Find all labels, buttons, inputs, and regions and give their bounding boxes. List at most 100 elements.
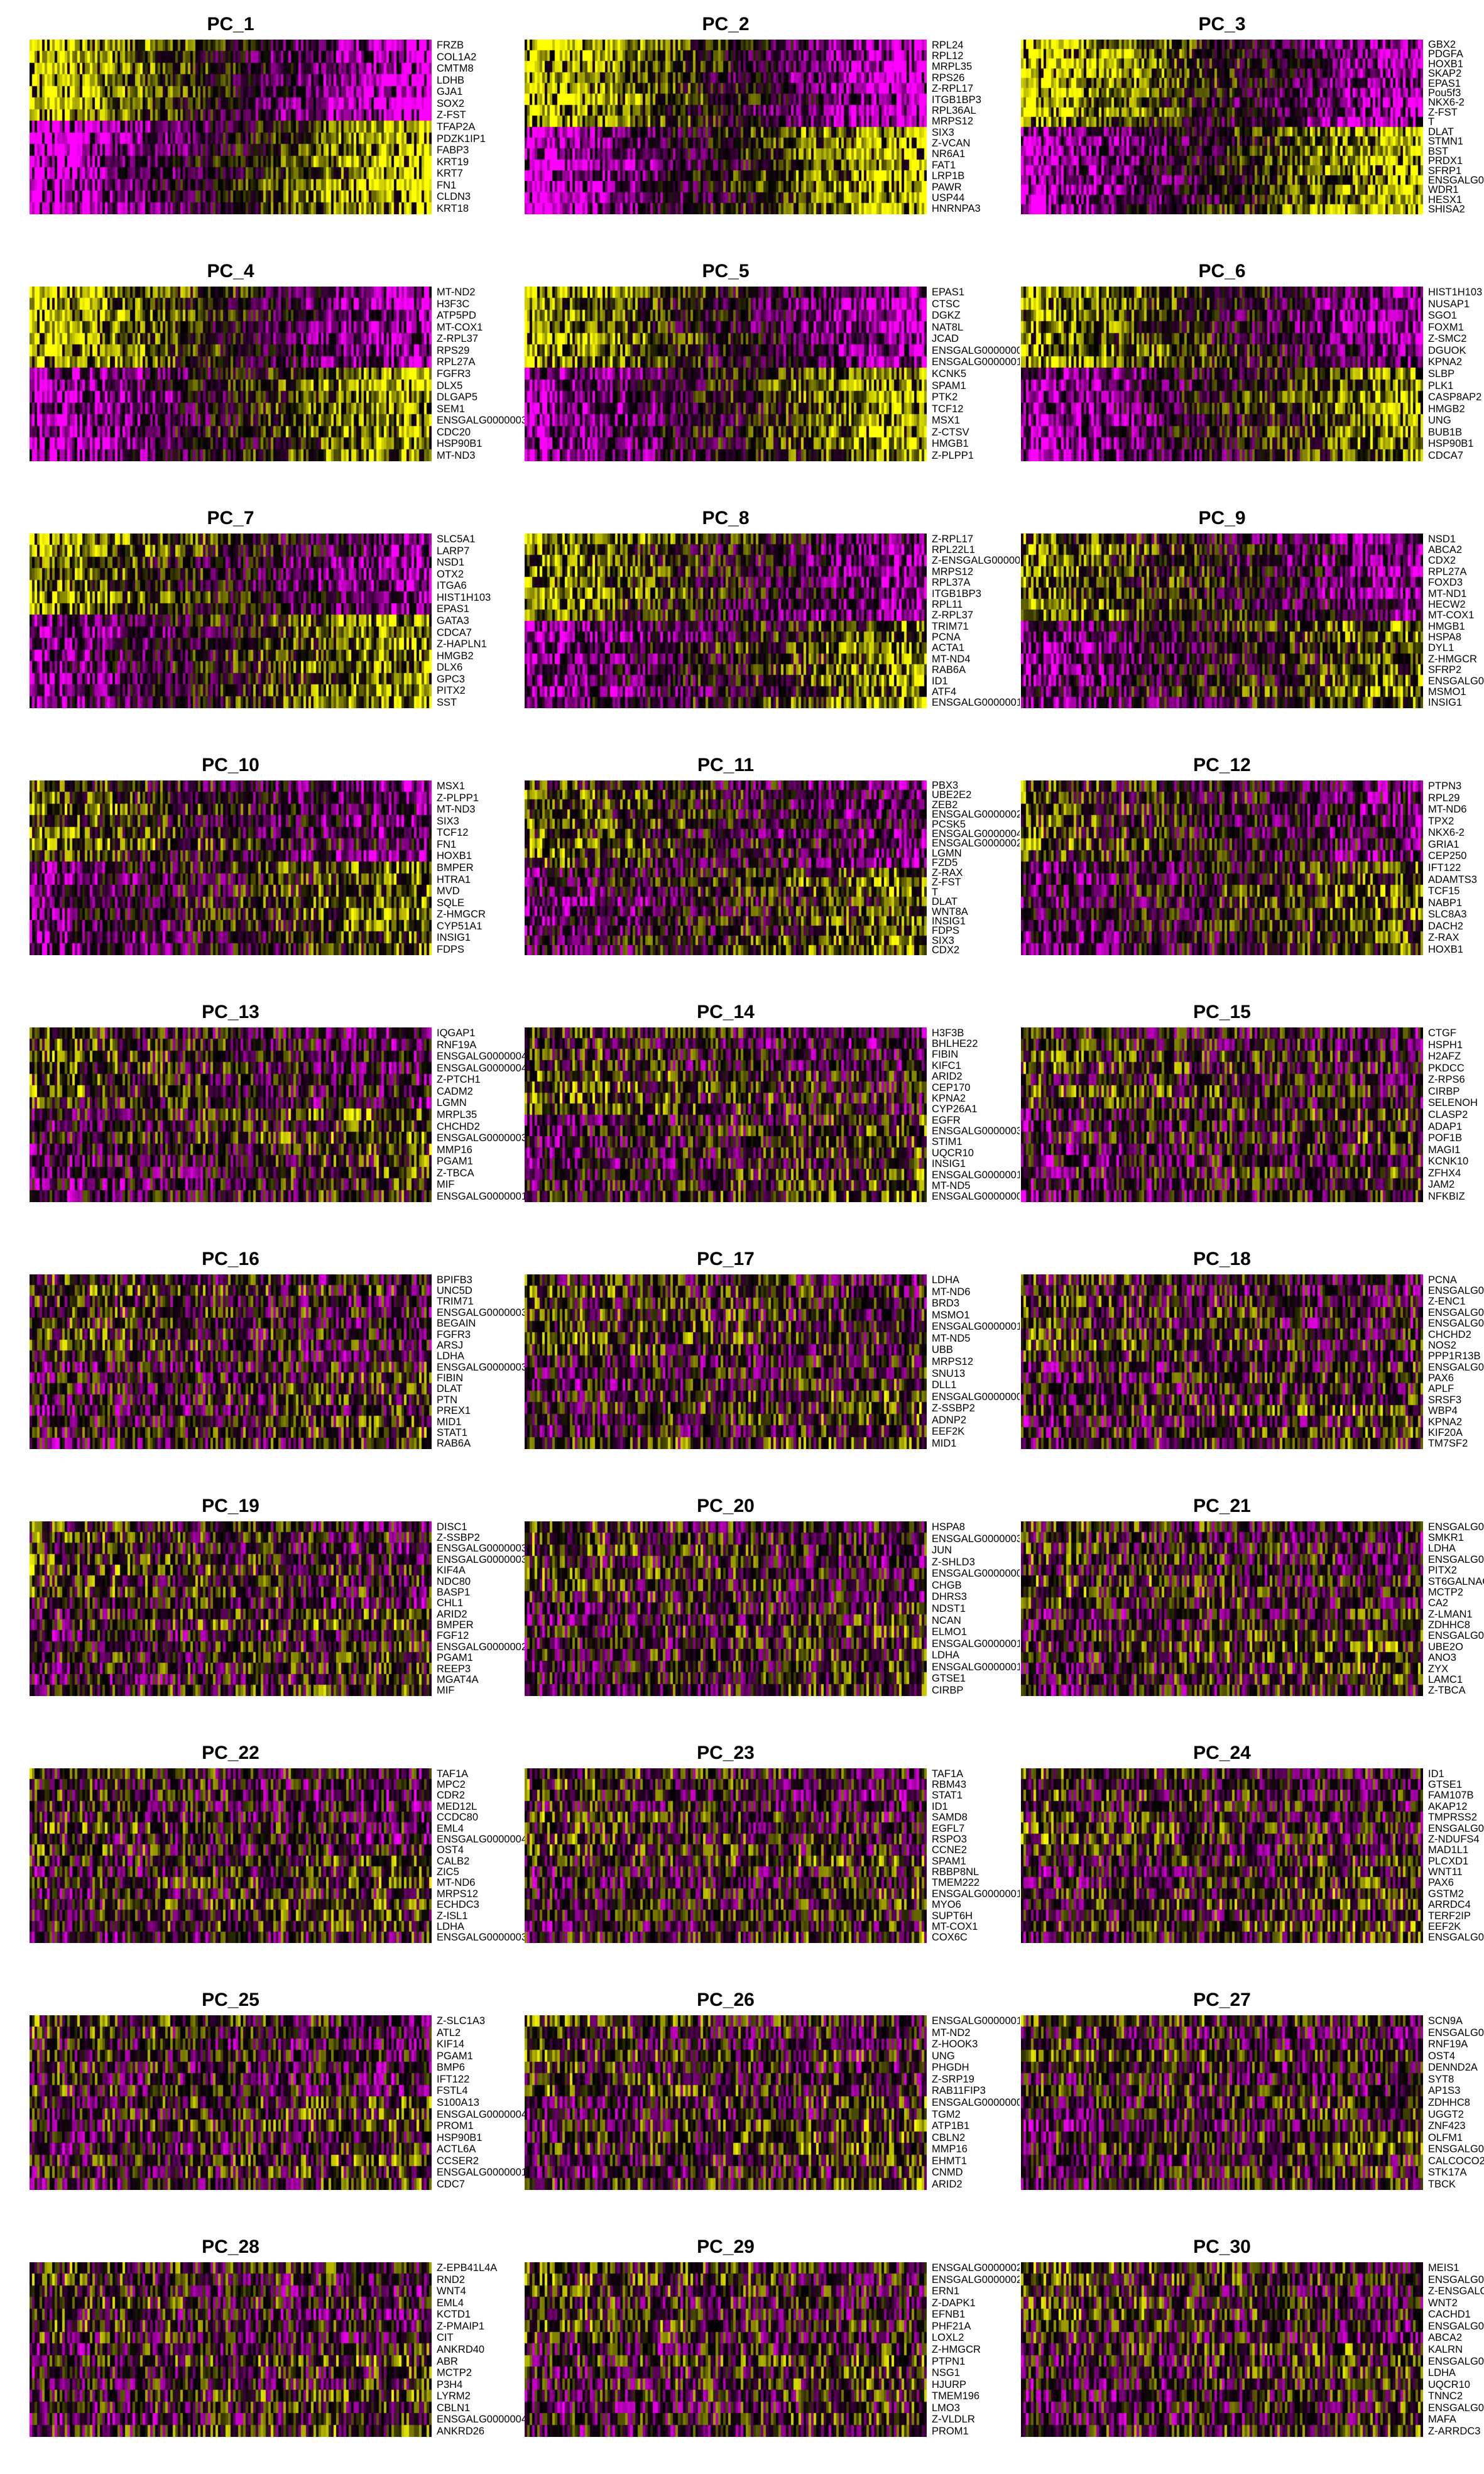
gene-label: DLL1 [932,1380,957,1391]
pc-title: PC_4 [207,261,254,282]
gene-label: FRZB [437,40,464,51]
gene-label: T [932,887,939,898]
gene-label: ENSGALG0000001 [932,357,1020,368]
gene-label: ENSGALG0000001 [932,1322,1020,1332]
gene-label: MRPS12 [932,116,974,127]
heatmap [1021,780,1423,955]
gene-label: TCF12 [437,828,469,838]
gene-label: PAX6 [1428,1878,1454,1888]
gene-label: MT-COX1 [932,1921,978,1932]
gene-label: ENSGALG0 [1428,2144,1484,2155]
gene-label: CLASP2 [1428,1110,1468,1120]
gene-label: RNF19A [1428,2039,1468,2050]
pc-title: PC_11 [697,755,755,775]
pc-panel: PC_21 ENSGALG0 SMKR1 LDHA ENSGALG0 PITX2 ST6GA… [1021,1482,1484,1729]
gene-label: ENSGALG0000003 [437,415,525,426]
gene-label: ENSGALG0000003 [437,1133,525,1144]
gene-label: SMKR1 [1428,1533,1464,1543]
gene-label: ENSGALG0000002 [932,838,1020,849]
gene-label: Z-PTCH1 [437,1075,481,1085]
gene-label: INSIG1 [932,1159,966,1169]
heatmap [525,287,927,461]
gene-label: MGAT4A [437,1674,479,1685]
gene-label: KIFC1 [932,1060,961,1071]
gene-label: ENSGALG0000000 [932,1391,1020,1403]
gene-label: DLAT [1428,126,1454,138]
gene-label: ENSGALG0000000 [932,345,1020,356]
gene-label: ENSGALG0 [1428,1932,1484,1943]
gene-label: ENSGALG0 [1428,2274,1484,2285]
gene-label: REEP3 [437,1663,471,1675]
gene-label: ADAMTS3 [1428,874,1477,885]
gene-label: CEP250 [1428,851,1467,862]
gene-label: TCF15 [1428,886,1460,897]
gene-label: ENSGALG0 [1428,1554,1484,1565]
gene-label: ZDHHC8 [1428,1620,1470,1631]
heatmap [525,780,927,955]
gene-label: SLC5A1 [437,534,476,545]
gene-label: ENSGALG0 [1428,2321,1484,2332]
pc-title: PC_19 [202,1496,259,1516]
gene-label: SGO1 [1428,310,1457,321]
gene-label: DACH2 [1428,921,1463,932]
gene-label: RPL12 [932,51,964,62]
heatmap [525,1027,927,1202]
gene-label: MRPS12 [437,1888,479,1900]
gene-label: Z-CTSV [932,427,969,438]
gene-label: WNT11 [1428,1867,1463,1878]
gene-label: SIX3 [932,127,954,138]
heatmap [30,40,432,214]
pc-panel: PC_14 H3F3B BHLHE22 FIBIN KIFC1 ARID2 CEP170 KP… [525,988,1020,1235]
gene-label: IFT122 [437,2074,470,2085]
gene-label: MEIS1 [1428,2263,1459,2274]
gene-label: SLBP [1428,369,1455,380]
gene-label: CDCA7 [437,627,472,638]
gene-label: PRDX1 [1428,156,1463,167]
gene-label: BST [1428,146,1449,157]
gene-label: Z-LMAN1 [1428,1609,1473,1620]
gene-label: EPAS1 [1428,78,1461,89]
gene-label: BPIFB3 [437,1274,472,1286]
gene-label: Z-ISL1 [437,1910,468,1922]
gene-label: LYRM2 [437,2391,471,2402]
gene-label: FOXM1 [1428,322,1464,333]
gene-label: UNG [1428,415,1451,426]
gene-label: RAB6A [932,665,966,676]
gene-label: Z-RPL37 [932,610,974,621]
gene-label: PCSK5 [932,819,966,829]
gene-label: TCF12 [932,403,964,415]
gene-label: NABP1 [1428,897,1463,909]
gene-label: LDHB [437,75,465,86]
gene-label: HSPA8 [932,1522,965,1533]
gene-label: Z-ENSGALG [1428,2286,1484,2297]
pc-panel: PC_11 PBX3 UBE2E2 ZEB2 ENSGALG0000002 PCSK5 EN… [525,741,1020,988]
gene-label: NOS2 [1428,1340,1456,1351]
gene-label: CMTM8 [437,63,474,74]
gene-label: MMP16 [932,2144,968,2155]
gene-label: COX6C [932,1932,968,1943]
pc-title: PC_22 [202,1743,259,1763]
gene-label: ENSGALG0000001 [932,2016,1020,2027]
gene-label: BMPER [437,863,474,873]
gene-label: HSP90B1 [437,2132,483,2143]
gene-label: FAM107B [1428,1790,1474,1801]
gene-label: ENSGALG0000001 [932,698,1020,708]
gene-label: Z-RAX [1428,933,1459,943]
gene-label: AKAP12 [1428,1801,1468,1812]
gene-label: HSP90B1 [1428,439,1474,449]
gene-label: OST4 [437,1845,464,1856]
gene-label: PAWR [932,182,962,193]
pc-panel: PC_2 RPL24 RPL12 MRPL35 RPS26 Z-RPL17 ITGB1BP3… [525,0,1019,247]
gene-label: ARID2 [932,1071,963,1082]
gene-label: STAT1 [437,1427,467,1438]
gene-label: ENSGALG0000000 [932,1568,1020,1579]
gene-label: Z-RPS6 [1428,1075,1465,1085]
heatmap [30,2262,432,2437]
pc-title: PC_27 [1193,1990,1251,2010]
pc-title: PC_8 [702,508,750,528]
gene-label: ABCA2 [1428,2333,1463,2343]
gene-label: ZNF423 [1428,2121,1466,2132]
heatmap [525,40,927,214]
pc-panel: PC_18 PCNA ENSGALG0 Z-ENC1 ENSGALG0 ENSGALG0 C… [1021,1235,1484,1482]
gene-label: FGFR3 [437,369,471,380]
